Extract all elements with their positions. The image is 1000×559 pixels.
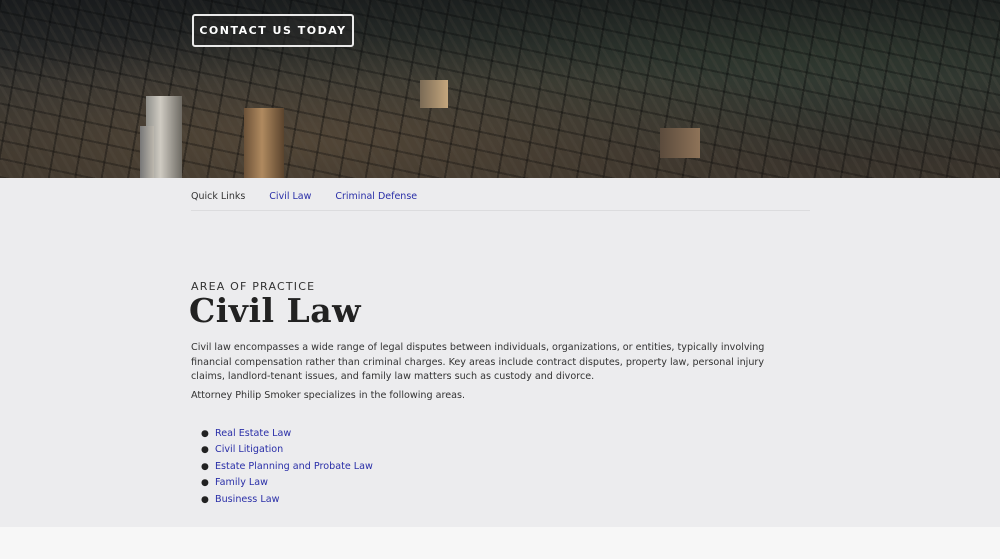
skyscraper-image — [140, 126, 154, 178]
bullet-icon: ● — [201, 478, 209, 489]
quick-links-label: Quick Links — [191, 190, 246, 202]
list-item: ● Family Law — [201, 475, 373, 491]
list-item: ● Business Law — [201, 492, 373, 508]
list-item: ● Real Estate Law — [201, 426, 373, 442]
bullet-icon: ● — [201, 461, 209, 472]
practice-description: Civil law encompasses a wide range of le… — [191, 342, 765, 382]
practice-areas-list: ● Real Estate Law ● Civil Litigation ● Esta… — [191, 426, 373, 508]
building-image — [420, 80, 448, 108]
practice-intro: Attorney Philip Smoker specializes in th… — [191, 390, 466, 401]
practice-area-link[interactable]: Real Estate Law — [215, 428, 291, 439]
bullet-icon: ● — [201, 445, 209, 456]
contact-us-button[interactable]: CONTACT US TODAY — [192, 14, 354, 47]
practice-area-link[interactable]: Civil Litigation — [215, 444, 283, 455]
practice-area-link[interactable]: Business Law — [215, 494, 279, 505]
list-item: ● Estate Planning and Probate Law — [201, 459, 373, 475]
footer-strip — [0, 527, 1000, 559]
page-title: Civil Law — [189, 291, 362, 330]
building-image — [660, 128, 700, 158]
bullet-icon: ● — [201, 494, 209, 505]
bullet-icon: ● — [201, 429, 209, 439]
practice-area-link[interactable]: Estate Planning and Probate Law — [215, 461, 373, 472]
skyscraper-image — [244, 108, 284, 178]
quick-links-nav: Quick Links Civil Law Criminal Defense — [191, 182, 810, 211]
list-item: ● Civil Litigation — [201, 442, 373, 458]
quick-link-criminal-defense[interactable]: Criminal Defense — [335, 191, 417, 202]
hero-banner: CONTACT US TODAY — [0, 0, 1000, 178]
quick-link-civil-law[interactable]: Civil Law — [269, 191, 311, 202]
practice-area-link[interactable]: Family Law — [215, 477, 268, 488]
